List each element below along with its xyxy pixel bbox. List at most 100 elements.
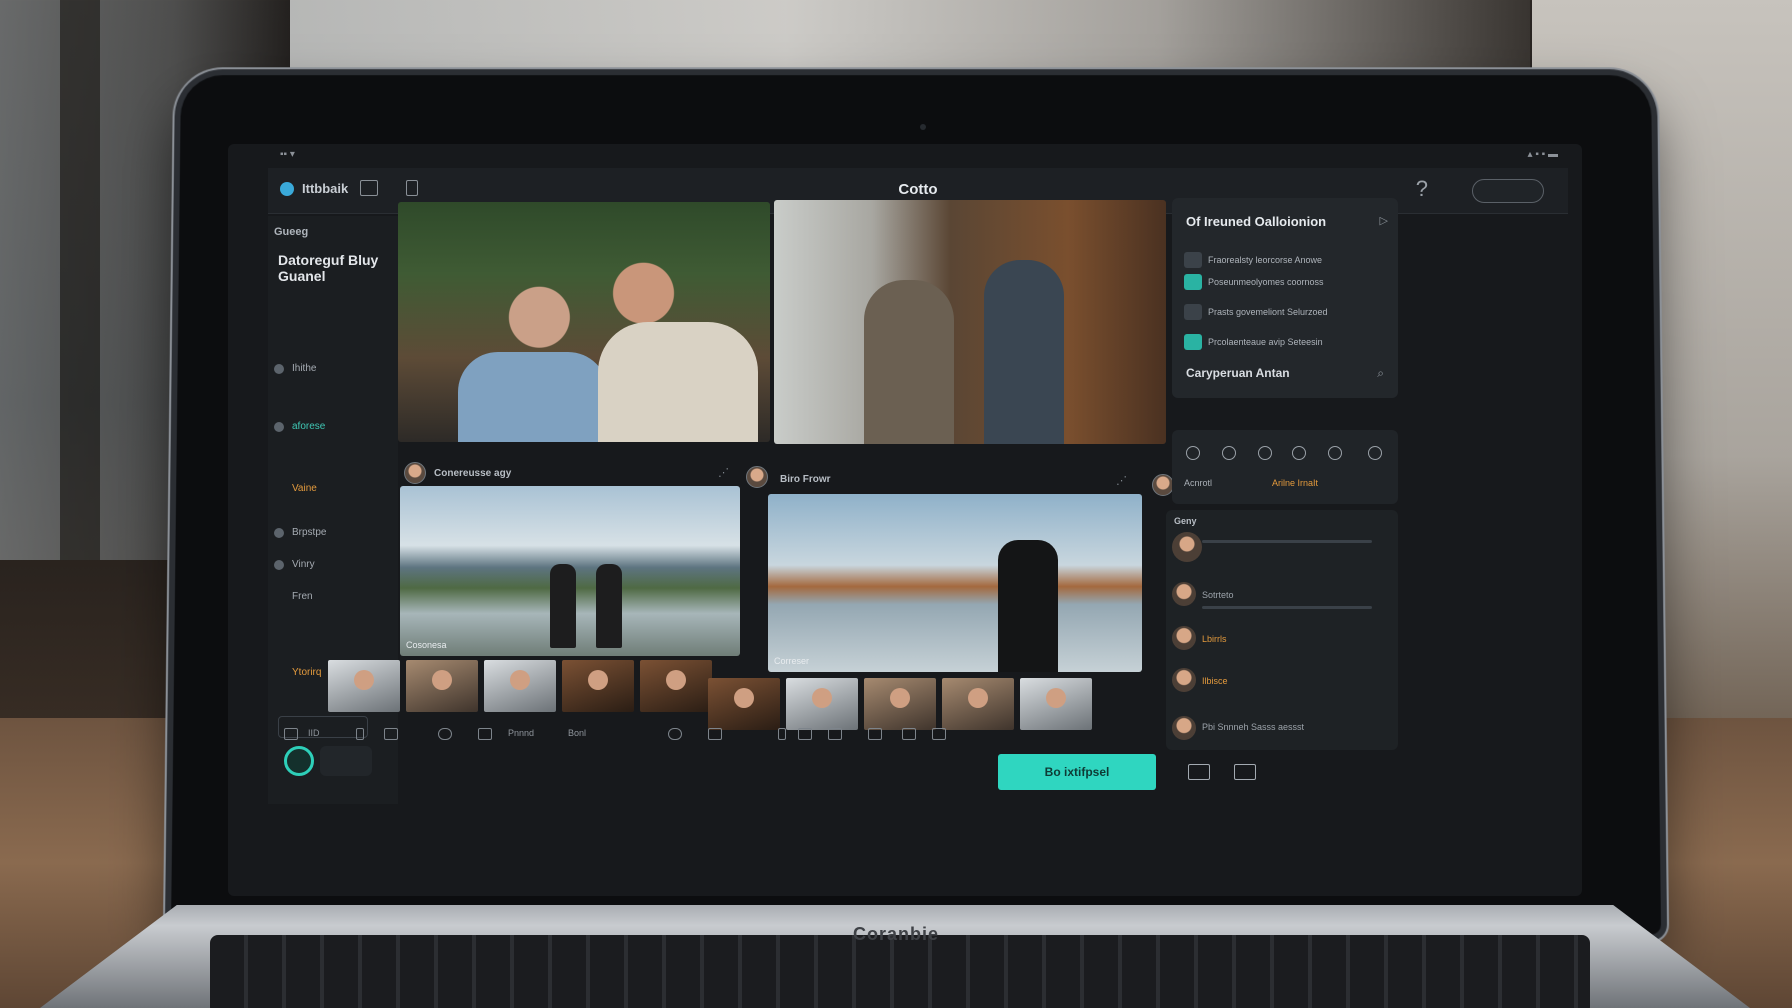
participant-figure bbox=[598, 322, 758, 442]
export-icon[interactable] bbox=[1234, 764, 1256, 780]
video-tile-2[interactable] bbox=[774, 200, 1166, 444]
share-icon[interactable] bbox=[708, 728, 722, 740]
chat-panel: Geny Sotrteto Lbirrls Ilbisce Pbi Snnneh… bbox=[1166, 510, 1398, 750]
avatar bbox=[1172, 532, 1202, 562]
redo-icon[interactable] bbox=[1368, 446, 1382, 460]
search-icon[interactable]: ⌕ bbox=[1377, 366, 1384, 381]
collection-item-label: Poseunmeolyomes coornoss bbox=[1208, 277, 1324, 287]
sidebar-heading: Gueeg bbox=[274, 226, 309, 238]
thumbnail-strip-left bbox=[328, 660, 712, 712]
avatar bbox=[746, 466, 768, 488]
collection-item-label: Fraorealsty leorcorse Anowe bbox=[1208, 255, 1323, 265]
undo-icon[interactable] bbox=[1258, 446, 1272, 460]
collection-panel: Of Ireuned Oalloionion ▷ Fraorealsty leo… bbox=[1172, 198, 1398, 398]
status-left: ▪▪ ▾ bbox=[280, 149, 295, 160]
phone-icon[interactable] bbox=[778, 728, 786, 740]
settings-icon[interactable] bbox=[932, 728, 946, 740]
sidebar-item-6[interactable]: Fren bbox=[268, 586, 394, 608]
image-icon[interactable] bbox=[1188, 764, 1210, 780]
collection-item-label: Prasts govemeliont Selurzoed bbox=[1208, 307, 1328, 317]
video-icon bbox=[1184, 334, 1202, 350]
chat-line bbox=[1202, 540, 1372, 543]
edit-tools-panel: Acnrotl Arilne IrnaIt bbox=[1172, 430, 1398, 504]
screen-icon[interactable] bbox=[798, 728, 812, 740]
app-screen: ▪▪ ▾ ▴ ▪ ▪ ▬ Ittbbaik Cotto ? Gueeg Dato… bbox=[228, 144, 1582, 896]
video-tile-1[interactable] bbox=[398, 202, 770, 442]
sidebar-dot-icon bbox=[274, 364, 284, 374]
cut-icon[interactable] bbox=[1222, 446, 1236, 460]
sidebar-item-label: Brpstpe bbox=[292, 527, 327, 538]
circle-icon[interactable] bbox=[1328, 446, 1342, 460]
participant-figure bbox=[864, 280, 954, 444]
timer-icon[interactable] bbox=[438, 728, 452, 740]
apps-icon[interactable] bbox=[902, 728, 916, 740]
thumbnail[interactable] bbox=[406, 660, 478, 712]
collection-item[interactable]: Prcolaenteaue avip Seteesin bbox=[1182, 332, 1388, 352]
primary-action-button[interactable]: Bo ixtifpsel bbox=[998, 754, 1156, 790]
avatar bbox=[1172, 668, 1196, 692]
participant-figure bbox=[458, 352, 608, 442]
participant-figure bbox=[984, 260, 1064, 444]
chat-message: Sotrteto bbox=[1202, 590, 1234, 600]
avatar bbox=[404, 462, 426, 484]
toolbar-label: Bonl bbox=[568, 728, 587, 738]
laptop-brand: Coranbie bbox=[852, 924, 939, 944]
avatar-icon bbox=[274, 422, 284, 432]
brush-icon[interactable] bbox=[1186, 446, 1200, 460]
panel-title: Of Ireuned Oalloionion bbox=[1186, 214, 1327, 229]
close-icon[interactable]: ▷ bbox=[1380, 214, 1388, 227]
layout-icon[interactable] bbox=[868, 728, 882, 740]
collection-item[interactable]: Prasts govemeliont Selurzoed bbox=[1182, 302, 1388, 322]
sidebar-dot-icon bbox=[274, 528, 284, 538]
chat-icon[interactable] bbox=[478, 728, 492, 740]
avatar-icon bbox=[1184, 252, 1202, 268]
status-right: ▴ ▪ ▪ ▬ bbox=[1527, 149, 1558, 160]
video-tile-3[interactable]: Cosonesa bbox=[400, 486, 740, 656]
sidebar-item-label: Fren bbox=[292, 591, 313, 602]
chat-message: Ilbisce bbox=[1202, 676, 1228, 686]
participant-figure bbox=[550, 564, 576, 648]
toolbar-label: Pnnnd bbox=[508, 728, 535, 738]
thumbnail[interactable] bbox=[328, 660, 400, 712]
sidebar-item-4[interactable]: Brpstpe bbox=[268, 522, 394, 544]
grid-icon[interactable] bbox=[284, 728, 298, 740]
toolbar-label: IID bbox=[308, 728, 320, 738]
sidebar-item-label: Vinry bbox=[292, 559, 315, 570]
sidebar-item-label: Ihithe bbox=[292, 363, 317, 374]
record-icon[interactable] bbox=[668, 728, 682, 740]
sidebar-item-label: Vaine bbox=[292, 483, 317, 494]
help-icon[interactable]: ? bbox=[1416, 176, 1428, 202]
sidebar-item-1[interactable]: Ihithe bbox=[268, 358, 394, 380]
thumbnail[interactable] bbox=[484, 660, 556, 712]
tile-options-icon[interactable]: ⋰ bbox=[718, 466, 729, 479]
chat-heading: Geny bbox=[1174, 516, 1197, 526]
panel-footer: Caryperuan Antan bbox=[1186, 366, 1290, 380]
collection-item[interactable]: Poseunmeolyomes coornoss bbox=[1182, 272, 1388, 292]
collection-item-label: Prcolaenteaue avip Seteesin bbox=[1208, 337, 1323, 347]
sidebar-item-3[interactable]: Vaine bbox=[268, 478, 394, 500]
chat-line bbox=[1202, 606, 1372, 609]
avatar-icon bbox=[1184, 304, 1202, 320]
row-label-right: Biro Frowr bbox=[780, 474, 831, 485]
sidebar-item-label: Ytorirq bbox=[292, 667, 322, 678]
participant-figure bbox=[596, 564, 622, 648]
avatar bbox=[1172, 582, 1196, 606]
circle-icon[interactable] bbox=[1292, 446, 1306, 460]
tools-value: Arilne IrnaIt bbox=[1272, 478, 1319, 488]
camera-icon[interactable] bbox=[384, 728, 398, 740]
tile-options-icon[interactable]: ⋰ bbox=[1116, 474, 1127, 487]
sidebar-item-2[interactable]: aforese bbox=[268, 416, 394, 438]
participant-figure bbox=[998, 540, 1058, 672]
collection-item[interactable]: Fraorealsty leorcorse Anowe bbox=[1182, 250, 1388, 270]
thumbnail[interactable] bbox=[640, 660, 712, 712]
flag-icon[interactable] bbox=[828, 728, 842, 740]
chat-message: Pbi Snnneh Sasss aessst bbox=[1202, 722, 1305, 732]
sidebar-item-5[interactable]: Vinry bbox=[268, 554, 394, 576]
account-button[interactable] bbox=[1472, 179, 1544, 203]
tools-label: Acnrotl bbox=[1184, 478, 1213, 488]
video-icon bbox=[1184, 274, 1202, 290]
mic-icon[interactable] bbox=[356, 728, 364, 740]
thumbnail[interactable] bbox=[562, 660, 634, 712]
video-tile-4[interactable]: Correser bbox=[768, 494, 1142, 672]
webcam bbox=[920, 124, 926, 130]
